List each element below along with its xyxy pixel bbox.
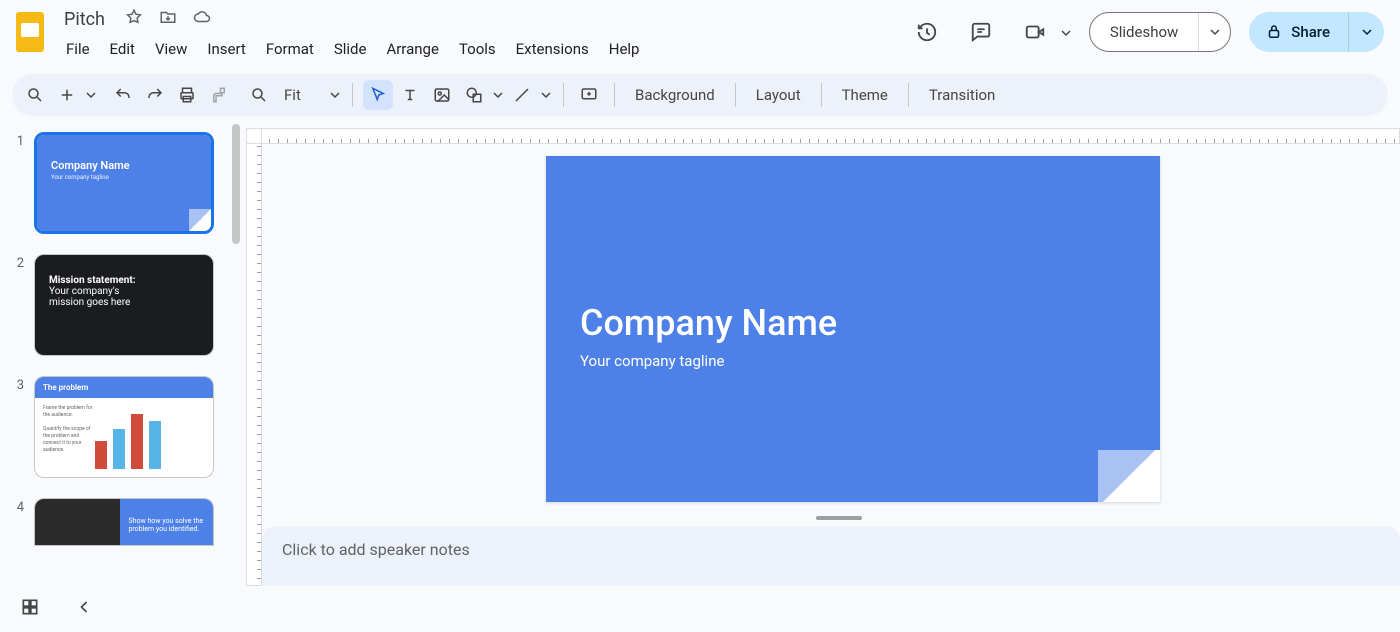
- menu-bar: File Edit View Insert Format Slide Arran…: [58, 36, 647, 62]
- zoom-dropdown[interactable]: [328, 90, 342, 100]
- app-header: Pitch File Edit View Insert Format Slide…: [0, 0, 1400, 70]
- thumb-line: Mission statement:: [49, 275, 199, 286]
- notes-resize-handle[interactable]: [816, 516, 862, 520]
- thumb-line: Your company's: [49, 286, 199, 297]
- menu-slide[interactable]: Slide: [326, 36, 375, 62]
- move-icon[interactable]: [159, 8, 177, 30]
- menu-view[interactable]: View: [147, 36, 195, 62]
- separator: [614, 83, 615, 107]
- page-fold-icon: [189, 209, 211, 231]
- header-actions: Slideshow Share: [909, 6, 1384, 52]
- workspace: 1 Company Name Your company tagline 2 Mi…: [0, 116, 1400, 586]
- page-fold-icon: [1098, 450, 1160, 502]
- search-menus-button[interactable]: [20, 80, 50, 110]
- separator: [735, 83, 736, 107]
- share-label: Share: [1291, 23, 1330, 41]
- thumbnail-number: 3: [12, 376, 24, 393]
- title-area: Pitch File Edit View Insert Format Slide…: [58, 6, 647, 62]
- separator: [908, 83, 909, 107]
- menu-insert[interactable]: Insert: [199, 36, 253, 62]
- paint-format-button[interactable]: [204, 80, 234, 110]
- undo-button[interactable]: [108, 80, 138, 110]
- thumbnail-row: 3 The problem Frame the problem for the …: [12, 376, 226, 478]
- transition-button[interactable]: Transition: [919, 80, 1005, 110]
- meet-present-icon[interactable]: [1017, 14, 1053, 50]
- share-button-group: Share: [1249, 12, 1384, 52]
- slide-panel-scrollbar[interactable]: [232, 124, 240, 244]
- thumbnail-row: 1 Company Name Your company tagline: [12, 132, 226, 234]
- shape-tool[interactable]: [459, 80, 489, 110]
- comments-icon[interactable]: [963, 14, 999, 50]
- meet-present-dropdown[interactable]: [1061, 23, 1071, 42]
- canvas-area: Company Name Your company tagline: [246, 116, 1400, 586]
- thumb-title: Company Name: [51, 159, 197, 172]
- comment-add-button[interactable]: [574, 80, 604, 110]
- ruler-horizontal[interactable]: [260, 128, 1400, 144]
- thumbnail-1[interactable]: Company Name Your company tagline: [34, 132, 214, 234]
- thumb-line: mission goes here: [49, 297, 199, 308]
- thumbnail-row: 2 Mission statement: Your company's miss…: [12, 254, 226, 356]
- document-title[interactable]: Pitch: [58, 7, 111, 32]
- toolbar-container: Fit Background Layout Theme Transition: [0, 70, 1400, 116]
- menu-extensions[interactable]: Extensions: [508, 36, 597, 62]
- thumb-body-text: Frame the problem for the audience. Quan…: [43, 405, 93, 454]
- zoom-value: Fit: [278, 86, 324, 104]
- thumb-subtitle: Your company tagline: [51, 174, 197, 181]
- image-tool[interactable]: [427, 80, 457, 110]
- grid-view-icon[interactable]: [20, 597, 40, 621]
- footer-bar: [0, 586, 1400, 632]
- theme-button[interactable]: Theme: [832, 80, 898, 110]
- history-icon[interactable]: [909, 14, 945, 50]
- shape-dropdown[interactable]: [491, 90, 505, 100]
- separator: [563, 83, 564, 107]
- redo-button[interactable]: [140, 80, 170, 110]
- print-button[interactable]: [172, 80, 202, 110]
- slide-canvas[interactable]: Company Name Your company tagline: [546, 156, 1160, 502]
- menu-edit[interactable]: Edit: [102, 36, 143, 62]
- slide-subtitle-text[interactable]: Your company tagline: [580, 352, 724, 370]
- slide-title-text[interactable]: Company Name: [580, 302, 837, 344]
- thumbnail-row: 4 Show how you solve the problem you ide…: [12, 498, 226, 546]
- separator: [352, 83, 353, 107]
- textbox-tool[interactable]: [395, 80, 425, 110]
- thumbnail-2[interactable]: Mission statement: Your company's missio…: [34, 254, 214, 356]
- menu-arrange[interactable]: Arrange: [378, 36, 446, 62]
- speaker-notes[interactable]: Click to add speaker notes: [262, 526, 1400, 586]
- thumb-image: [35, 499, 120, 545]
- slide-panel: 1 Company Name Your company tagline 2 Mi…: [0, 116, 246, 586]
- thumbnail-3[interactable]: The problem Frame the problem for the au…: [34, 376, 214, 478]
- slideshow-button-group: Slideshow: [1089, 12, 1231, 52]
- thumbnail-number: 1: [12, 132, 24, 149]
- layout-button[interactable]: Layout: [746, 80, 811, 110]
- background-button[interactable]: Background: [625, 80, 725, 110]
- toolbar: Fit Background Layout Theme Transition: [12, 74, 1388, 116]
- thumbnail-number: 2: [12, 254, 24, 271]
- thumb-text: Show how you solve the problem you ident…: [120, 499, 213, 545]
- thumb-header: The problem: [35, 377, 213, 398]
- cloud-status-icon[interactable]: [193, 8, 211, 30]
- line-tool[interactable]: [507, 80, 537, 110]
- line-dropdown[interactable]: [539, 90, 553, 100]
- star-icon[interactable]: [125, 8, 143, 30]
- new-slide-button[interactable]: [52, 80, 82, 110]
- select-tool[interactable]: [363, 80, 393, 110]
- new-slide-dropdown[interactable]: [84, 90, 98, 100]
- ruler-vertical[interactable]: [246, 128, 262, 586]
- slideshow-dropdown[interactable]: [1198, 13, 1230, 51]
- ruler-corner: [246, 128, 262, 144]
- menu-tools[interactable]: Tools: [451, 36, 504, 62]
- collapse-panel-icon[interactable]: [74, 597, 94, 621]
- menu-format[interactable]: Format: [258, 36, 322, 62]
- slides-logo[interactable]: [12, 8, 48, 56]
- share-button[interactable]: Share: [1249, 12, 1348, 52]
- menu-help[interactable]: Help: [601, 36, 648, 62]
- slideshow-button[interactable]: Slideshow: [1090, 13, 1198, 51]
- separator: [821, 83, 822, 107]
- menu-file[interactable]: File: [58, 36, 98, 62]
- thumbnail-number: 4: [12, 498, 24, 515]
- share-dropdown[interactable]: [1348, 12, 1384, 52]
- thumbnail-4[interactable]: Show how you solve the problem you ident…: [34, 498, 214, 546]
- zoom-icon: [244, 80, 274, 110]
- zoom-control[interactable]: Fit: [244, 80, 342, 110]
